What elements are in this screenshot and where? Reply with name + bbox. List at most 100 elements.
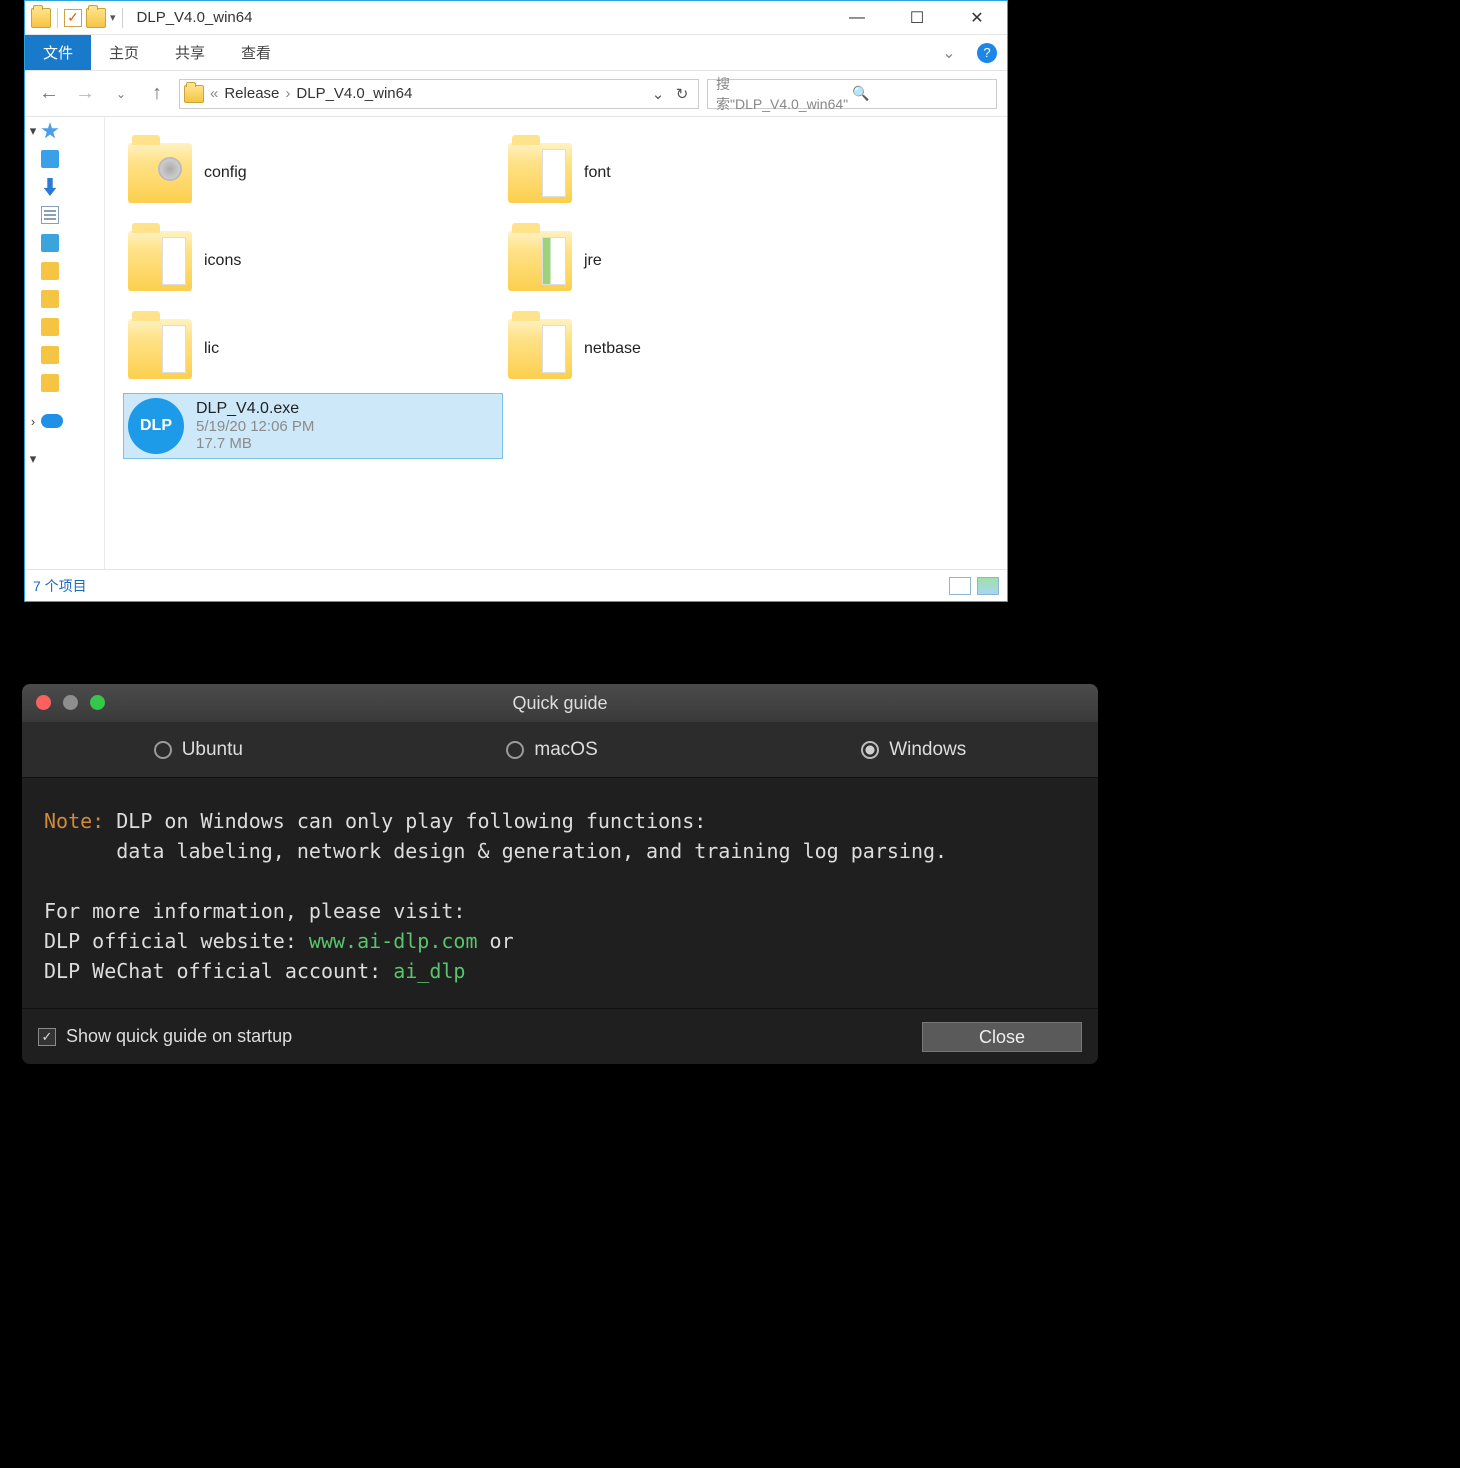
folder-item-lic[interactable]: lic bbox=[123, 305, 503, 393]
app-icon: DLP bbox=[128, 398, 184, 454]
help-icon[interactable]: ? bbox=[977, 43, 997, 63]
os-tabs: Ubuntu macOS Windows bbox=[22, 722, 1098, 778]
quick-guide-window: Quick guide Ubuntu macOS Windows Note: D… bbox=[22, 684, 1098, 1064]
refresh-icon[interactable]: ↻ bbox=[670, 82, 694, 106]
site-or: or bbox=[477, 929, 513, 953]
view-thumbs-icon[interactable] bbox=[977, 577, 999, 595]
file-item-dlp-exe[interactable]: DLP DLP_V4.0.exe 5/19/20 12:06 PM 17.7 M… bbox=[123, 393, 503, 459]
address-dropdown-icon[interactable]: ⌄ bbox=[646, 82, 670, 106]
radio-icon bbox=[506, 741, 524, 759]
close-button[interactable]: ✕ bbox=[947, 1, 1007, 34]
quick-access-icon[interactable] bbox=[41, 122, 59, 140]
guide-footer: ✓ Show quick guide on startup Close bbox=[22, 1008, 1098, 1064]
tab-home[interactable]: 主页 bbox=[91, 35, 157, 70]
guide-title: Quick guide bbox=[22, 693, 1098, 714]
window-title: DLP_V4.0_win64 bbox=[131, 9, 827, 26]
maximize-button[interactable]: ☐ bbox=[887, 1, 947, 34]
site-link[interactable]: www.ai-dlp.com bbox=[309, 929, 478, 953]
separator bbox=[122, 8, 123, 28]
separator bbox=[57, 8, 58, 28]
folder-icon bbox=[508, 319, 572, 379]
desktop-icon[interactable] bbox=[41, 150, 59, 168]
folder-icon bbox=[128, 143, 192, 203]
zoom-traffic-button[interactable] bbox=[90, 695, 105, 710]
address-bar-row: ← → ⌄ ↑ « Release › DLP_V4.0_win64 ⌄ ↻ 搜… bbox=[25, 71, 1007, 117]
qat-dropdown-icon[interactable]: ▾ bbox=[110, 11, 116, 24]
nav-up-button[interactable]: ↑ bbox=[143, 80, 171, 108]
view-details-icon[interactable] bbox=[949, 577, 971, 595]
nav-back-button[interactable]: ← bbox=[35, 80, 63, 108]
startup-label: Show quick guide on startup bbox=[66, 1026, 292, 1047]
folder-icon bbox=[128, 319, 192, 379]
folder-icon[interactable] bbox=[41, 318, 59, 336]
nav-forward-button[interactable]: → bbox=[71, 80, 99, 108]
folder-item-font[interactable]: font bbox=[503, 129, 883, 217]
status-text: 7 个项目 bbox=[33, 576, 87, 596]
explorer-body: ▾ › ▾ config font bbox=[25, 117, 1007, 569]
folder-icon bbox=[508, 231, 572, 291]
wechat-label: DLP WeChat official account: bbox=[44, 959, 393, 983]
status-bar: 7 个项目 bbox=[25, 569, 1007, 601]
folder-icon bbox=[508, 143, 572, 203]
downloads-icon[interactable] bbox=[41, 178, 59, 196]
folder-icon[interactable] bbox=[41, 290, 59, 308]
titlebar: ✓ ▾ DLP_V4.0_win64 ― ☐ ✕ bbox=[25, 1, 1007, 35]
new-folder-icon[interactable] bbox=[86, 8, 106, 28]
ribbon: 文件 主页 共享 查看 ⌄ ? bbox=[25, 35, 1007, 71]
breadcrumb-root[interactable]: Release bbox=[224, 85, 279, 102]
note-line1: DLP on Windows can only play following f… bbox=[116, 809, 706, 833]
minimize-traffic-button[interactable] bbox=[63, 695, 78, 710]
tab-view[interactable]: 查看 bbox=[223, 35, 289, 70]
item-label: netbase bbox=[584, 340, 641, 358]
file-grid[interactable]: config font icons jre lic netba bbox=[105, 117, 1007, 569]
close-button[interactable]: Close bbox=[922, 1022, 1082, 1052]
documents-icon[interactable] bbox=[41, 206, 59, 224]
item-label: icons bbox=[204, 252, 241, 270]
folder-icon[interactable] bbox=[41, 374, 59, 392]
search-placeholder: 搜索"DLP_V4.0_win64" bbox=[716, 74, 852, 114]
tab-ubuntu[interactable]: Ubuntu bbox=[154, 739, 243, 761]
wechat-id: ai_dlp bbox=[393, 959, 465, 983]
folder-item-jre[interactable]: jre bbox=[503, 217, 883, 305]
folder-item-config[interactable]: config bbox=[123, 129, 503, 217]
folder-icon bbox=[31, 8, 51, 28]
pictures-icon[interactable] bbox=[41, 234, 59, 252]
item-size: 17.7 MB bbox=[196, 435, 314, 452]
tab-windows[interactable]: Windows bbox=[861, 739, 966, 761]
item-date: 5/19/20 12:06 PM bbox=[196, 418, 314, 435]
breadcrumb-current[interactable]: DLP_V4.0_win64 bbox=[296, 85, 412, 102]
guide-more: For more information, please visit: bbox=[44, 899, 465, 923]
tab-file[interactable]: 文件 bbox=[25, 35, 91, 70]
nav-recent-icon[interactable]: ⌄ bbox=[107, 80, 135, 108]
item-label: DLP_V4.0.exe bbox=[196, 400, 314, 418]
folder-item-netbase[interactable]: netbase bbox=[503, 305, 883, 393]
guide-body: Note: DLP on Windows can only play follo… bbox=[22, 778, 1098, 1008]
window-controls: ― ☐ ✕ bbox=[827, 1, 1007, 34]
item-label: font bbox=[584, 164, 611, 182]
tab-share[interactable]: 共享 bbox=[157, 35, 223, 70]
traffic-lights bbox=[36, 695, 105, 710]
chevron-right-icon: › bbox=[285, 85, 290, 102]
search-icon[interactable]: 🔍 bbox=[852, 85, 988, 102]
folder-icon bbox=[128, 231, 192, 291]
startup-checkbox[interactable]: ✓ bbox=[38, 1028, 56, 1046]
folder-icon bbox=[184, 85, 204, 103]
folder-icon[interactable] bbox=[41, 346, 59, 364]
address-bar[interactable]: « Release › DLP_V4.0_win64 ⌄ ↻ bbox=[179, 79, 699, 109]
folder-icon[interactable] bbox=[41, 262, 59, 280]
breadcrumb-prefix-icon: « bbox=[210, 85, 218, 102]
tab-macos[interactable]: macOS bbox=[506, 739, 597, 761]
radio-selected-icon bbox=[861, 741, 879, 759]
note-line2: data labeling, network design & generati… bbox=[116, 839, 947, 863]
explorer-window: ✓ ▾ DLP_V4.0_win64 ― ☐ ✕ 文件 主页 共享 查看 ⌄ ?… bbox=[24, 0, 1008, 602]
nav-pane[interactable]: ▾ › ▾ bbox=[25, 117, 105, 569]
note-keyword: Note: bbox=[44, 809, 104, 833]
ribbon-collapse-icon[interactable]: ⌄ bbox=[931, 35, 967, 70]
folder-item-icons[interactable]: icons bbox=[123, 217, 503, 305]
search-input[interactable]: 搜索"DLP_V4.0_win64" 🔍 bbox=[707, 79, 997, 109]
minimize-button[interactable]: ― bbox=[827, 1, 887, 34]
properties-icon[interactable]: ✓ bbox=[64, 9, 82, 27]
item-label: lic bbox=[204, 340, 219, 358]
onedrive-icon[interactable] bbox=[41, 414, 63, 428]
close-traffic-button[interactable] bbox=[36, 695, 51, 710]
